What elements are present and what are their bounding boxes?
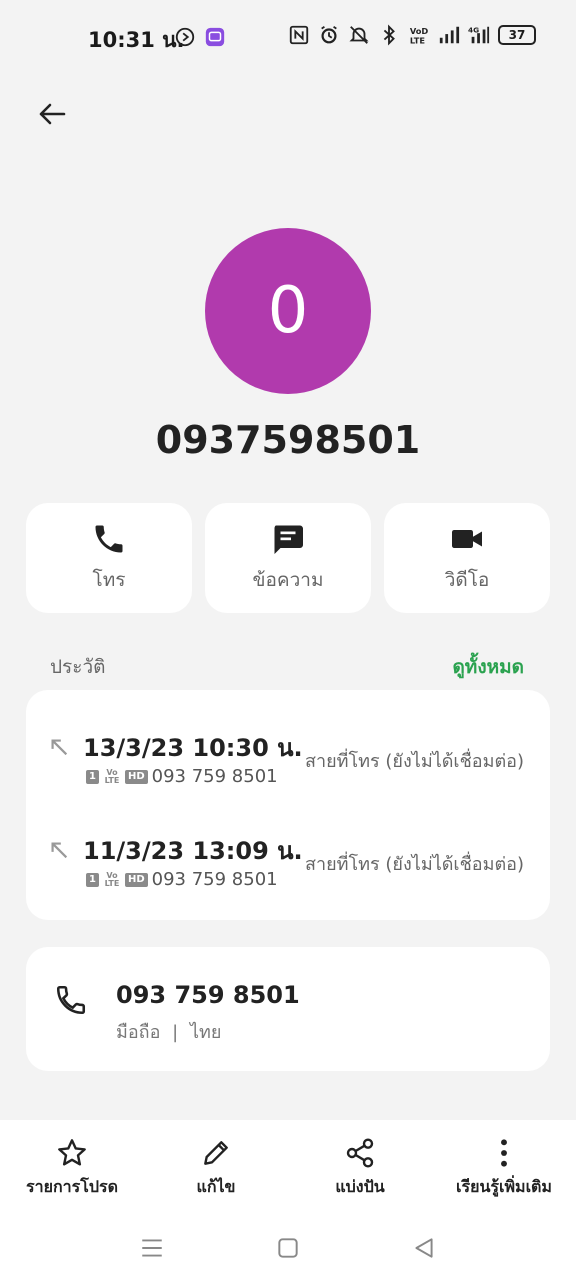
call-number: 093 759 8501 [151,766,278,787]
svg-text:LTE: LTE [410,35,426,45]
more-vertical-icon [501,1138,507,1167]
bottom-action-bar: รายการโปรด แก้ไข แบ่งปัน เรียนรู้เพิ่มเต… [0,1120,576,1216]
phone-separator: | [172,1022,179,1043]
app-icon [205,27,225,47]
share-button[interactable]: แบ่งปัน [290,1137,430,1200]
phone-icon [95,525,123,553]
home-icon[interactable] [275,1235,301,1261]
contact-number: 0937598501 [155,418,421,462]
history-card: 13/3/23 10:30 น. 1 Vo LTE HD 093 759 850… [26,690,550,920]
star-icon [58,1138,86,1166]
call-log-entry[interactable]: 11/3/23 13:09 น. 1 Vo LTE HD 093 759 850… [26,827,550,907]
4g-signal-icon: 4G [468,25,490,44]
share-icon [346,1137,374,1168]
phone-number: 093 759 8501 [116,981,300,1009]
status-time: 10:31 น. [88,28,185,52]
call-status: สายที่โทร (ยังไม่ได้เชื่อมต่อ) [304,751,524,772]
status-right-icons: VoD LTE 4G 37 [288,24,536,46]
play-circle-icon [175,27,195,47]
video-button[interactable]: วิดีโอ [384,503,550,613]
phone-type: มือถือ [116,1022,161,1043]
battery-icon: 37 [498,25,536,45]
more-options-button[interactable]: เรียนรู้เพิ่มเติม [434,1137,574,1200]
back-nav-icon[interactable] [411,1235,437,1261]
nfc-icon [289,25,309,45]
bluetooth-icon [383,24,395,46]
volte-badge: Vo LTE [104,870,120,888]
call-label: โทร [92,569,126,591]
view-all-link[interactable]: ดูทั้งหมด [452,652,524,682]
action-row: โทร ข้อความ วิดีโอ [26,503,550,613]
call-status: สายที่โทร (ยังไม่ได้เชื่อมต่อ) [304,854,524,875]
call-number: 093 759 8501 [151,869,278,890]
menu-icon[interactable] [139,1235,165,1261]
phone-number-card[interactable]: 093 759 8501 มือถือ | ไทย [26,947,550,1071]
phone-country: ไทย [189,1022,222,1043]
favorite-label: รายการโปรด [26,1176,118,1196]
call-meta: 1 Vo LTE HD 093 759 8501 [86,869,278,890]
signal-icon [439,26,460,44]
system-navigation-bar [0,1216,576,1280]
edit-label: แก้ไข [196,1176,236,1196]
call-button[interactable]: โทร [26,503,192,613]
hd-badge: HD [124,872,148,887]
sim-badge: 1 [86,769,99,784]
share-label: แบ่งปัน [335,1176,385,1196]
pencil-icon [204,1140,228,1165]
outgoing-call-icon [51,739,68,756]
message-button[interactable]: ข้อความ [205,503,371,613]
call-datetime: 13/3/23 10:30 น. [83,734,303,762]
phone-number-details: มือถือ | ไทย [116,1017,221,1046]
alarm-icon [321,25,337,44]
volte-icon: VoDLTE [410,26,429,45]
back-arrow-icon [39,103,66,125]
outgoing-call-icon [51,842,68,859]
mute-icon [349,26,369,44]
svg-text:4G: 4G [468,25,479,34]
call-meta: 1 Vo LTE HD 093 759 8501 [86,766,278,787]
call-datetime: 11/3/23 13:09 น. [83,837,303,865]
more-options-label: เรียนรู้เพิ่มเติม [456,1176,552,1196]
call-log-entry[interactable]: 13/3/23 10:30 น. 1 Vo LTE HD 093 759 850… [26,724,550,804]
video-icon [452,530,482,548]
status-left-icons [174,26,226,48]
edit-button[interactable]: แก้ไข [146,1137,286,1200]
status-bar: 10:31 น. VoD LTE 4G 37 [0,0,576,72]
history-title: ประวัติ [50,656,106,678]
contact-avatar: 0 [205,228,371,394]
favorite-button[interactable]: รายการโปรด [2,1137,142,1200]
volte-badge: Vo LTE [104,767,120,785]
avatar-letter: 0 [267,274,309,348]
message-icon [274,525,303,554]
back-button[interactable] [30,92,74,136]
phone-outline-icon [56,985,86,1015]
sim-badge: 1 [86,872,99,887]
history-header: ประวัติ ดูทั้งหมด [50,652,524,682]
hd-badge: HD [124,769,148,784]
video-label: วิดีโอ [444,569,490,591]
message-label: ข้อความ [252,569,324,591]
